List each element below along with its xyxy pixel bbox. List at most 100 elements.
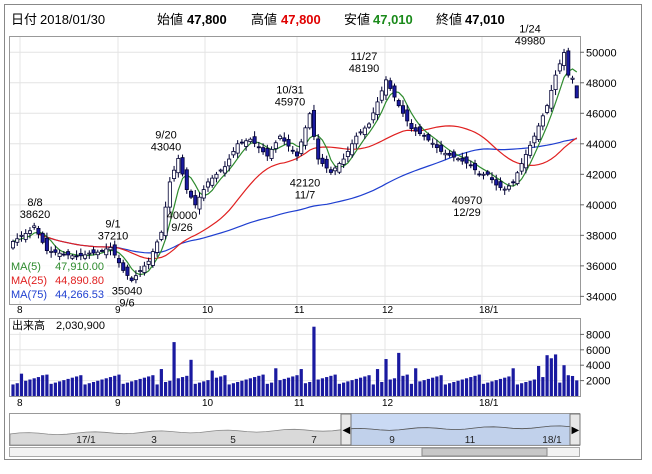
volume-bar <box>439 375 443 396</box>
navigator-x-tick-label: 7 <box>311 435 317 446</box>
volume-bar <box>295 375 299 396</box>
candle-up <box>87 252 92 255</box>
volume-bar <box>180 377 185 396</box>
annotation-value: 49980 <box>515 36 546 48</box>
volume-bar <box>45 374 49 396</box>
annotation-value: 48190 <box>349 63 380 75</box>
volume-bar <box>422 380 426 396</box>
volume-bar <box>142 377 147 396</box>
candle-up <box>142 265 147 273</box>
annotation-date: 11/7 <box>295 189 316 201</box>
candle-up <box>23 233 28 240</box>
candle-down <box>498 181 503 188</box>
volume-bar <box>490 381 494 396</box>
candle-up <box>83 254 88 259</box>
candle-up <box>528 144 533 156</box>
close-value: 47,010 <box>465 12 505 27</box>
candle-down <box>328 169 333 173</box>
volume-bar <box>185 375 189 396</box>
legend-label: MA(75) <box>11 289 47 301</box>
volume-bar <box>210 370 214 396</box>
annotation-date: 1/24 <box>519 24 540 36</box>
volume-bar <box>134 380 138 396</box>
candle-down <box>286 139 291 147</box>
annotation-value: 37210 <box>98 230 129 242</box>
candle-up <box>231 151 236 156</box>
candle-up <box>159 231 164 240</box>
volume-bar <box>414 368 418 396</box>
scrollbar-thumb[interactable] <box>421 447 548 457</box>
volume-bar <box>265 383 269 396</box>
candle-up <box>299 141 304 154</box>
volume-bar <box>83 384 87 396</box>
candle-up <box>138 270 143 272</box>
candle-down <box>468 164 473 167</box>
volume-bar <box>388 379 392 396</box>
candle-down <box>494 179 499 186</box>
candle-up <box>227 158 232 167</box>
candle-down <box>417 126 422 135</box>
volume-bar <box>435 376 439 396</box>
volume-bar <box>333 374 337 396</box>
candle-down <box>447 152 452 156</box>
navigator-x-tick-label: 3 <box>151 435 157 446</box>
chart-canvas: 日付 2018/01/30 始値 47,800 高値 47,800 安値 47,… <box>4 4 642 460</box>
volume-y-tick-label: 2000 <box>586 376 610 388</box>
candle-up <box>210 177 215 186</box>
ma-legend: MA(5) 47,910.00 MA(25) 44,890.80 MA(75) 44,26… <box>10 260 107 301</box>
candle-down <box>489 177 494 181</box>
volume-bar <box>236 381 240 396</box>
volume-bar <box>58 381 62 396</box>
low-label: 安値 <box>344 12 370 27</box>
volume-bar <box>426 378 431 396</box>
volume-bar <box>342 382 346 396</box>
navigator-x-tick-label: 11 <box>465 435 476 446</box>
candle-up <box>562 52 567 66</box>
volume-y-tick-label: 4000 <box>586 360 610 372</box>
candle-down <box>388 80 393 89</box>
volume-bar <box>130 381 134 396</box>
volume-bar <box>481 383 486 396</box>
annotation-value: 42120 <box>290 177 321 189</box>
volume-x-tick-label: 11 <box>294 398 305 409</box>
price-x-tick-label: 9 <box>115 305 121 316</box>
volume-bar <box>503 377 507 396</box>
open-label: 始値 <box>157 12 183 27</box>
candle-down <box>121 262 126 271</box>
candle-up <box>10 241 15 249</box>
volume-bar <box>520 383 524 396</box>
volume-bar <box>36 377 41 396</box>
navigator-x-tick-label: 9 <box>389 435 395 446</box>
navigator-x-tick-label: 5 <box>230 435 236 446</box>
volume-bar <box>286 377 291 396</box>
candle-up <box>354 135 359 145</box>
volume-bar <box>248 378 252 396</box>
candle-down <box>116 258 121 264</box>
volume-bar <box>227 384 231 396</box>
volume-bar <box>113 375 117 396</box>
volume-bar <box>100 379 104 396</box>
candle-up <box>502 188 507 191</box>
candle-up <box>172 169 177 179</box>
volume-bar <box>15 383 19 396</box>
annotation-date: 9/20 <box>155 129 176 141</box>
price-y-axis: 50000 48000 46000 44000 42000 40000 38000 36000… <box>580 47 617 303</box>
legend-value: 47,910.00 <box>55 261 104 273</box>
candle-up <box>358 131 363 134</box>
volume-bar <box>477 374 481 396</box>
candle-up <box>443 152 448 156</box>
candle-down <box>252 136 257 144</box>
volume-bar <box>469 377 473 396</box>
volume-bar <box>405 374 409 396</box>
volume-bar <box>486 382 490 396</box>
volume-bar <box>49 383 53 396</box>
candle-down <box>265 148 270 157</box>
volume-bar <box>244 379 248 396</box>
candle-up <box>307 113 312 129</box>
candle-up <box>201 189 206 199</box>
candle-down <box>422 134 427 137</box>
price-x-tick-label: 11 <box>294 305 305 316</box>
annotation-date: 9/1 <box>105 218 120 230</box>
volume-bar <box>125 382 130 396</box>
volume-bar <box>189 359 193 396</box>
